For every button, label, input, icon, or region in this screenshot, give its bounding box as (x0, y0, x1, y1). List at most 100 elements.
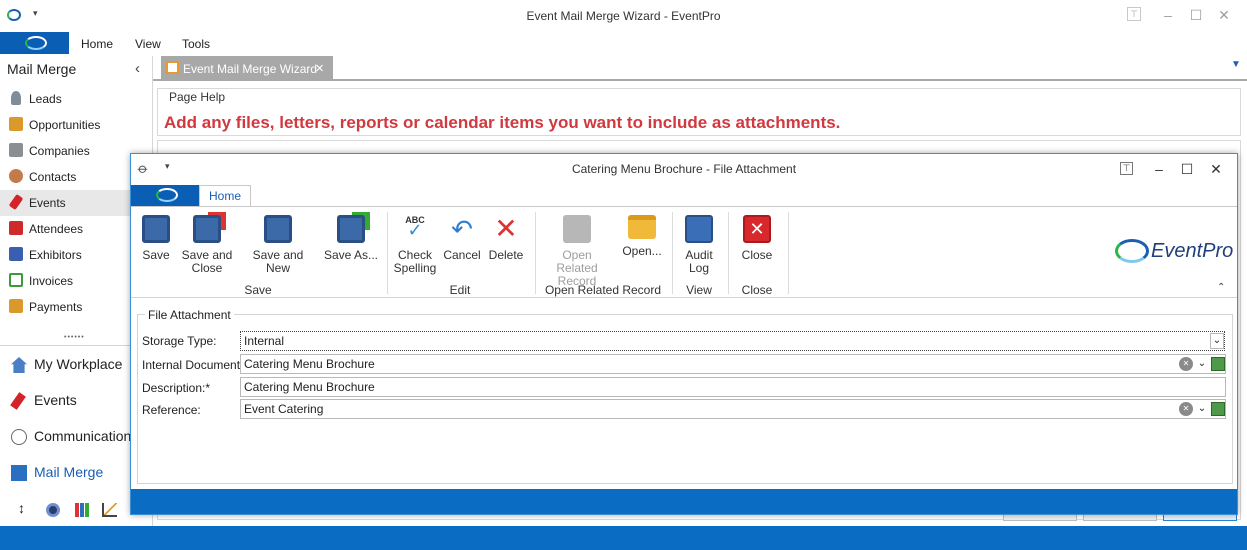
sidebar-item-label: Companies (29, 144, 90, 158)
clear-internal-document-icon[interactable]: ✕ (1179, 357, 1193, 371)
save-as-button[interactable]: Save As... (321, 215, 381, 262)
floppy-disk-question-icon (337, 215, 365, 243)
collapse-ribbon-icon[interactable]: ⌃ (1217, 282, 1225, 293)
clear-reference-icon[interactable]: ✕ (1179, 402, 1193, 416)
line-chart-icon[interactable] (102, 503, 117, 517)
dialog-pin-icon[interactable]: ⊤ (1120, 162, 1133, 175)
save-and-new-label: Save and New (252, 248, 304, 275)
main-status-bar (0, 526, 1247, 550)
sort-arrows-icon[interactable]: ↕ (18, 500, 25, 516)
menu-tools[interactable]: Tools (182, 37, 210, 51)
dialog-maximize-button[interactable]: ☐ (1178, 160, 1196, 178)
reference-lookup[interactable]: Event Catering (240, 399, 1226, 419)
ribbon-separator (535, 212, 536, 294)
storage-type-value: Internal (244, 334, 285, 348)
open-related-label-line1: Open Related (556, 248, 598, 275)
window-title: Event Mail Merge Wizard - EventPro (526, 9, 721, 23)
sidebar-item-opportunities[interactable]: Opportunities (0, 112, 152, 138)
delete-x-icon: ✕ (494, 213, 518, 244)
delete-label: Delete (488, 248, 524, 262)
folder-icon (628, 215, 656, 239)
save-label: Save (142, 248, 170, 262)
dialog-close-button[interactable]: ✕ (1207, 160, 1225, 178)
sidebar-title: Mail Merge (7, 61, 77, 77)
reference-dropdown-icon[interactable]: ⌄ (1195, 402, 1209, 416)
tab-label: Event Mail Merge Wizard (183, 62, 318, 76)
sidebar-item-label: Invoices (29, 274, 74, 288)
internal-document-label: Internal Document: (142, 358, 244, 372)
eventpro-brand-logo: EventPro (1115, 237, 1235, 267)
internal-document-lookup[interactable]: Catering Menu Brochure (240, 354, 1226, 374)
storage-type-dropdown-icon[interactable]: ⌄ (1210, 333, 1224, 349)
menu-home[interactable]: Home (81, 37, 113, 51)
tab-overflow-chevron-icon[interactable]: ▼ (1231, 59, 1241, 70)
dialog-file-menu-button[interactable] (131, 185, 199, 206)
save-and-close-button[interactable]: Save and Close (179, 215, 235, 275)
sidebar-item-label: Exhibitors (29, 248, 82, 262)
file-attachment-legend: File Attachment (145, 308, 234, 322)
group-close-label: Close (741, 283, 773, 297)
menu-view[interactable]: View (135, 37, 161, 51)
save-and-new-button[interactable]: Save and New (241, 215, 315, 275)
eventpro-logo-icon (25, 36, 47, 50)
sidebar-splitter-grip[interactable]: •••••• (64, 334, 85, 341)
globe-icon[interactable] (46, 503, 60, 517)
internal-document-browse-icon[interactable] (1211, 357, 1225, 371)
floppy-disk-new-icon (264, 215, 292, 243)
dialog-minimize-button[interactable]: – (1150, 160, 1168, 178)
sidebar-item-leads[interactable]: Leads (0, 86, 152, 112)
page-help-legend: Page Help (165, 90, 230, 104)
maximize-button[interactable]: ☐ (1187, 6, 1205, 24)
spell-check-icon: ABC ✓ (405, 215, 425, 240)
floppy-disk-icon (142, 215, 170, 243)
pushpin-icon (8, 193, 24, 211)
minimize-button[interactable]: – (1159, 6, 1177, 24)
storage-type-select[interactable]: Internal (240, 331, 1225, 351)
invoices-dollar-icon (9, 273, 23, 287)
audit-log-footprints-icon (685, 215, 713, 243)
exhibitors-icon (9, 247, 23, 261)
attendees-icon (9, 221, 23, 235)
group-view-label: View (686, 283, 712, 297)
delete-button[interactable]: ✕ Delete (478, 215, 534, 262)
pin-icon[interactable]: ⊤ (1127, 7, 1141, 21)
sidebar-item-label: Leads (29, 92, 62, 106)
wizard-icon (166, 61, 179, 74)
audit-log-button[interactable]: Audit Log (671, 215, 727, 275)
file-menu-button[interactable] (0, 32, 69, 54)
reference-value: Event Catering (244, 402, 324, 416)
ribbon-separator (788, 212, 789, 294)
group-edit-label: Edit (449, 283, 471, 297)
description-value: Catering Menu Brochure (244, 380, 375, 394)
dialog-status-bar (131, 489, 1237, 514)
group-save-label: Save (244, 283, 272, 297)
storage-type-label: Storage Type: (142, 334, 217, 348)
opportunities-icon (9, 117, 23, 131)
close-button[interactable]: ✕ Close (729, 215, 785, 262)
sidebar-item-label: Contacts (29, 170, 77, 184)
open-button[interactable]: Open... (614, 215, 670, 258)
bar-chart-icon[interactable] (75, 503, 89, 517)
save-as-label: Save As... (323, 248, 379, 262)
tab-close-icon[interactable]: ✕ (315, 62, 324, 75)
companies-icon (9, 143, 23, 157)
open-related-record-button[interactable]: Open Related Record (540, 215, 614, 288)
description-input[interactable]: Catering Menu Brochure (240, 377, 1226, 397)
internal-document-value: Catering Menu Brochure (244, 357, 375, 371)
close-window-button[interactable]: ✕ (1215, 6, 1233, 24)
reference-browse-icon[interactable] (1211, 402, 1225, 416)
collapse-sidebar-icon[interactable]: ‹ (135, 60, 140, 77)
internal-document-dropdown-icon[interactable]: ⌄ (1195, 357, 1209, 371)
sidebar-item-label: Opportunities (29, 118, 101, 132)
description-label: Description:* (142, 381, 211, 395)
tab-event-mail-merge-wizard[interactable]: Event Mail Merge Wizard ✕ (161, 56, 333, 81)
nav-label: Mail Merge (34, 464, 104, 480)
nav-label: My Workplace (34, 356, 123, 372)
dialog-tab-home[interactable]: Home (199, 185, 251, 207)
sidebar-item-label: Payments (29, 300, 83, 314)
dialog-title-bar: ⌀ ▾ Catering Menu Brochure - File Attach… (131, 154, 1237, 184)
eventpro-swoosh-icon (1115, 239, 1149, 263)
open-label: Open... (622, 244, 662, 258)
save-and-close-label-line2: Close (191, 261, 223, 275)
save-button[interactable]: Save (128, 215, 184, 262)
